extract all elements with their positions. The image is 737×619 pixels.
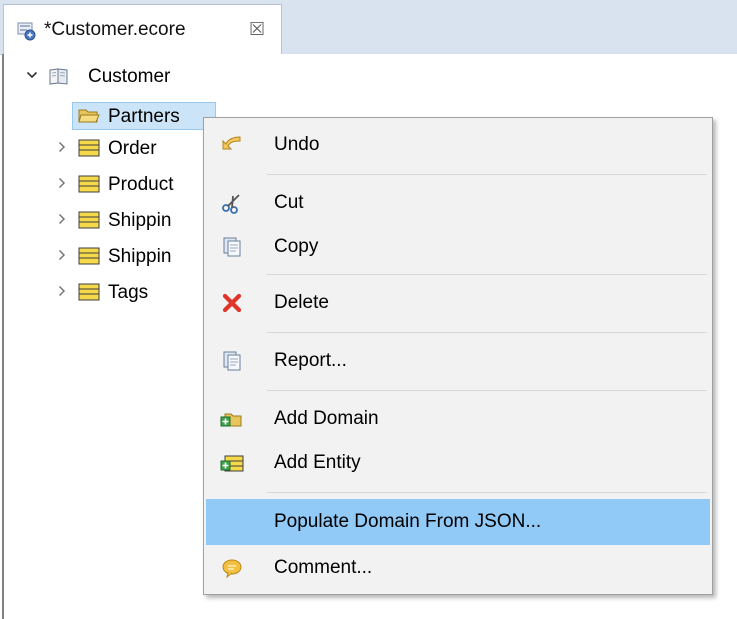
- tree-item-tags[interactable]: Tags: [56, 278, 204, 308]
- ecore-model-icon: [17, 22, 36, 41]
- tree-item-shippin-2[interactable]: Shippin: [56, 242, 204, 272]
- add-domain-icon: [220, 413, 242, 427]
- copy-icon: [223, 237, 241, 257]
- entity-icon: [78, 211, 100, 229]
- menu-item-undo[interactable]: Undo: [206, 122, 710, 168]
- undo-icon: [222, 136, 241, 150]
- menu-item-comment[interactable]: Comment...: [206, 545, 710, 591]
- menu-item-delete[interactable]: Delete: [206, 280, 710, 326]
- menu-item-label: Cut: [274, 192, 304, 213]
- menu-separator: [267, 390, 707, 391]
- menu-item-label: Add Entity: [274, 452, 361, 473]
- menu-item-label: Copy: [274, 236, 319, 257]
- menu-item-label: Populate Domain From JSON...: [274, 511, 542, 532]
- menu-separator: [267, 492, 707, 493]
- tree-item-shippin-1[interactable]: Shippin: [56, 206, 204, 236]
- menu-item-copy[interactable]: Copy: [206, 224, 710, 270]
- tree-item-label: Order: [108, 138, 157, 159]
- tree-item-label: Partners: [108, 106, 180, 127]
- package-icon: [49, 68, 68, 85]
- menu-item-add-domain[interactable]: Add Domain: [206, 396, 710, 442]
- tree-item-label: Shippin: [108, 246, 172, 267]
- menu-item-label: Undo: [274, 134, 320, 155]
- menu-item-label: Report...: [274, 350, 347, 371]
- scissors-icon: [222, 194, 240, 214]
- menu-separator: [267, 332, 707, 333]
- tree-item-label: Tags: [108, 282, 149, 303]
- comment-icon: [222, 559, 242, 579]
- chevron-right-icon[interactable]: [56, 177, 68, 189]
- tree-item-partners[interactable]: Partners: [76, 102, 216, 132]
- tree-item-label: Shippin: [108, 210, 172, 231]
- tree-item-product[interactable]: Product: [56, 170, 204, 200]
- entity-icon: [78, 247, 100, 265]
- menu-item-report[interactable]: Report...: [206, 338, 710, 384]
- close-icon[interactable]: ☒: [249, 19, 265, 40]
- menu-separator: [267, 274, 707, 275]
- report-icon: [223, 351, 241, 371]
- tab-title: *Customer.ecore: [44, 19, 186, 40]
- chevron-right-icon[interactable]: [56, 213, 68, 225]
- add-entity-icon: [220, 455, 244, 472]
- menu-item-label: Add Domain: [274, 408, 379, 429]
- tree-item-label: Customer: [88, 66, 171, 87]
- editor-tab-bar: *Customer.ecore ☒: [0, 0, 737, 55]
- menu-item-cut[interactable]: Cut: [206, 180, 710, 226]
- menu-item-add-entity[interactable]: Add Entity: [206, 440, 710, 486]
- context-menu: Undo Cut Copy Delete Report... Add Domai…: [203, 117, 713, 595]
- tree-item-label: Product: [108, 174, 174, 195]
- chevron-right-icon[interactable]: [56, 249, 68, 261]
- menu-item-populate-domain-from-json[interactable]: Populate Domain From JSON...: [206, 499, 710, 545]
- entity-icon: [78, 283, 100, 301]
- chevron-right-icon[interactable]: [56, 141, 68, 153]
- entity-icon: [78, 175, 100, 193]
- tree-item-order[interactable]: Order: [56, 134, 216, 164]
- chevron-right-icon[interactable]: [56, 285, 68, 297]
- folder-open-icon: [78, 109, 100, 123]
- tree-item-customer[interactable]: Customer: [26, 62, 226, 92]
- entity-icon: [78, 139, 100, 157]
- menu-separator: [267, 174, 707, 175]
- delete-icon: [222, 293, 242, 313]
- chevron-down-icon[interactable]: [26, 69, 38, 81]
- menu-item-label: Comment...: [274, 557, 373, 578]
- tab-customer-ecore[interactable]: *Customer.ecore ☒: [3, 4, 282, 55]
- menu-item-label: Delete: [274, 292, 329, 313]
